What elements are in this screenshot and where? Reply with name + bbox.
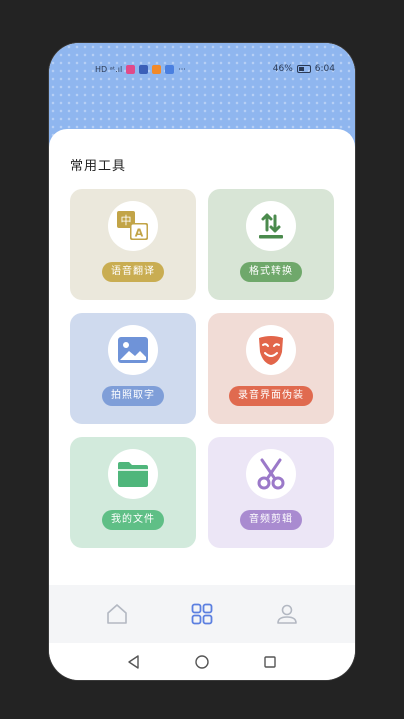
system-recents-button[interactable] xyxy=(260,652,280,672)
battery-percent: 46% xyxy=(272,64,293,74)
tool-label: 格式转换 xyxy=(240,262,302,282)
tool-label: 语音翻译 xyxy=(102,262,164,282)
apps-grid-icon xyxy=(191,603,213,625)
clock: 6:04 xyxy=(314,64,335,74)
folder-icon xyxy=(118,462,148,487)
tool-tile-voice-translate[interactable]: 中 A 语音翻译 xyxy=(70,189,196,300)
section-title: 常用工具 xyxy=(70,159,127,174)
tool-label: 录音界面伪装 xyxy=(229,386,313,406)
home-icon xyxy=(107,604,128,624)
app-notification-icon xyxy=(152,64,162,74)
scissors-icon xyxy=(257,458,285,490)
convert-icon xyxy=(259,213,283,239)
tool-icon-circle xyxy=(246,201,296,251)
app-notification-icon xyxy=(126,64,136,74)
battery-icon xyxy=(296,65,311,73)
status-bar: HD ᵃᵗ.ıl ··· 46% 6:04 xyxy=(49,43,355,95)
back-triangle-icon xyxy=(128,654,139,669)
image-icon xyxy=(118,337,148,363)
system-home-button[interactable] xyxy=(192,652,212,672)
tool-icon-circle xyxy=(246,449,296,499)
bottom-navigation xyxy=(49,585,355,643)
tool-tile-recording-disguise[interactable]: 录音界面伪装 xyxy=(208,313,334,424)
tool-tile-photo-ocr[interactable]: 拍照取字 xyxy=(70,313,196,424)
tool-icon-circle: 中 A xyxy=(108,201,158,251)
home-circle-icon xyxy=(195,654,209,669)
tool-icon-circle xyxy=(246,325,296,375)
more-notifications: ··· xyxy=(178,64,186,74)
status-left-icons: HD ᵃᵗ.ıl ··· xyxy=(95,64,186,74)
tool-tile-my-files[interactable]: 我的文件 xyxy=(70,437,196,548)
tool-icon-circle xyxy=(108,449,158,499)
tool-tile-format-convert[interactable]: 格式转换 xyxy=(208,189,334,300)
app-notification-icon xyxy=(139,64,149,74)
tool-label: 音频剪辑 xyxy=(240,510,302,530)
recents-square-icon xyxy=(264,655,276,668)
nav-apps[interactable] xyxy=(182,594,222,634)
carrier-indicator: HD ᵃᵗ.ıl xyxy=(95,64,123,74)
tool-label: 拍照取字 xyxy=(102,386,164,406)
tool-label: 我的文件 xyxy=(102,510,164,530)
translate-en-char: A xyxy=(135,227,144,240)
mask-icon xyxy=(259,336,283,365)
tools-card: 常用工具 中 A 语音翻译 格式转换 拍照取字 录音界面伪装 我的文件 音频剪辑 xyxy=(49,129,355,649)
tool-icon-circle xyxy=(108,325,158,375)
nav-home[interactable] xyxy=(97,594,137,634)
user-icon xyxy=(276,604,297,624)
translate-icon: 中 A xyxy=(117,211,148,240)
tool-tile-audio-cut[interactable]: 音频剪辑 xyxy=(208,437,334,548)
translate-zh-char: 中 xyxy=(121,214,132,227)
system-navigation-bar xyxy=(49,643,355,680)
system-back-button[interactable] xyxy=(124,652,144,672)
nav-profile[interactable] xyxy=(267,594,307,634)
phone-frame: HD ᵃᵗ.ıl ··· 46% 6:04 常用工具 中 A 语音翻译 格式转换… xyxy=(49,43,355,680)
app-notification-icon xyxy=(165,64,175,74)
status-right: 46% 6:04 xyxy=(273,64,335,74)
